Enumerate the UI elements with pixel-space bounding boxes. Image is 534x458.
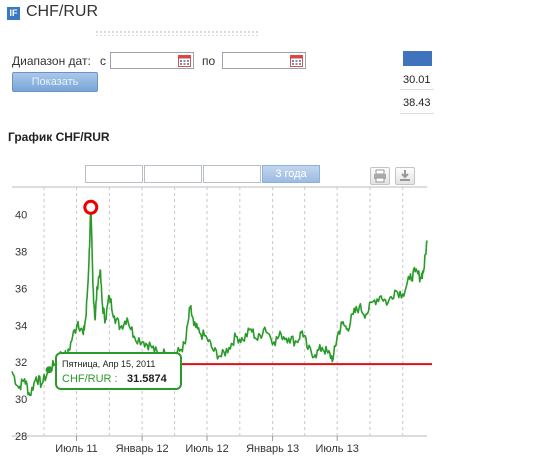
y-tick-label: 32: [15, 357, 27, 369]
x-tick-label: Июль 13: [315, 443, 358, 455]
y-tick-label: 34: [15, 320, 27, 332]
chart-grid: [43, 187, 404, 436]
chart-title: График CHF/RUR: [8, 130, 110, 144]
y-tick-label: 38: [15, 247, 27, 259]
calendar-icon[interactable]: [178, 54, 191, 67]
x-tick-label: Январь 12: [116, 443, 169, 455]
highlight-point: [45, 366, 53, 374]
page-title: CHF/RUR: [26, 3, 98, 20]
x-axis-labels: Июль 11 Январь 12 Июль 12 Январь 13 Июль 13: [55, 436, 359, 455]
y-tick-label: 36: [15, 283, 27, 295]
range-max-value: 38.43: [403, 97, 431, 109]
x-tick-label: Июль 11: [55, 443, 98, 455]
tooltip-label: CHF/RUR :: [62, 373, 118, 385]
y-tick-label: 30: [15, 394, 27, 406]
x-tick-label: Январь 13: [246, 443, 299, 455]
y-axis-labels: 28 30 32 34 36 38 40: [15, 210, 27, 443]
tooltip-value: 31.5874: [127, 373, 168, 385]
app-logo-icon: IF: [7, 7, 20, 20]
divider: [400, 113, 434, 114]
tooltip-date: Пятница, Апр 15, 2011: [62, 359, 155, 369]
date-range-label: Диапазон дат:: [12, 54, 91, 68]
x-tick-label: Июль 12: [185, 443, 228, 455]
max-marker[interactable]: [83, 199, 99, 215]
from-label: с: [100, 54, 106, 68]
decorative-dots: [95, 30, 260, 36]
y-tick-label: 40: [15, 210, 27, 222]
price-chart[interactable]: 28 30 32 34 36 38 40 Июль 11 Январь 12 Июль 12 Ян…: [0, 180, 534, 458]
to-label: по: [202, 54, 216, 68]
y-tick-label: 28: [15, 431, 27, 443]
divider: [400, 89, 434, 90]
legend-swatch: [403, 51, 432, 66]
calendar-icon[interactable]: [290, 54, 303, 67]
show-button[interactable]: Показать: [12, 72, 98, 92]
range-min-value: 30.01: [403, 74, 431, 86]
tooltip: Пятница, Апр 15, 2011 CHF/RUR : 31.5874: [55, 352, 182, 390]
